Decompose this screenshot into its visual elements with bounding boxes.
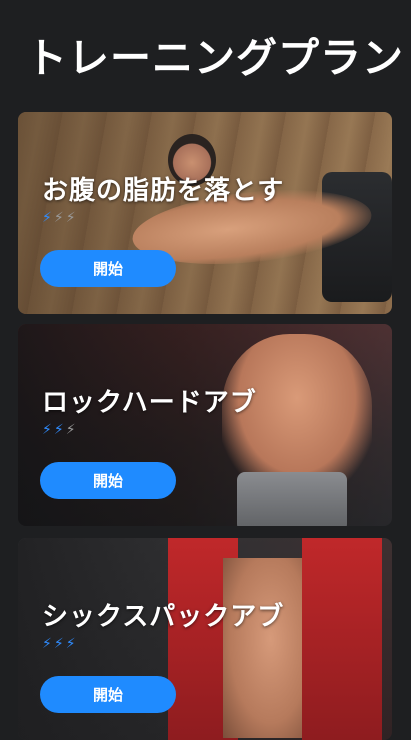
- difficulty-rating: ⚡⚡⚡: [42, 422, 78, 438]
- plan-card-belly-fat[interactable]: お腹の脂肪を落とす ⚡⚡⚡ 開始: [18, 112, 392, 314]
- plan-card-title: お腹の脂肪を落とす: [42, 176, 285, 206]
- plan-card-title: シックスパックアブ: [42, 602, 285, 632]
- plan-card-photo-jacket: [302, 538, 382, 740]
- start-button[interactable]: 開始: [40, 250, 176, 287]
- difficulty-rating: ⚡⚡⚡: [42, 210, 78, 226]
- plan-card-rock-hard-abs[interactable]: ロックハードアブ ⚡⚡⚡ 開始: [18, 324, 392, 526]
- page-title: トレーニングプラン: [26, 34, 404, 82]
- plan-card-six-pack-abs[interactable]: シックスパックアブ ⚡⚡⚡ 開始: [18, 538, 392, 740]
- plan-card-title: ロックハードアブ: [42, 388, 257, 418]
- lightning-bolt-icon: ⚡: [53, 636, 66, 652]
- plan-card-photo-pants: [237, 472, 347, 526]
- difficulty-rating: ⚡⚡⚡: [42, 636, 78, 652]
- lightning-bolt-icon: ⚡: [42, 422, 54, 438]
- lightning-bolt-icon: ⚡: [42, 636, 54, 652]
- lightning-bolt-icon: ⚡: [53, 422, 66, 438]
- lightning-bolt-icon: ⚡: [65, 210, 78, 226]
- lightning-bolt-icon: ⚡: [65, 636, 78, 652]
- lightning-bolt-icon: ⚡: [65, 422, 78, 438]
- lightning-bolt-icon: ⚡: [42, 210, 54, 226]
- lightning-bolt-icon: ⚡: [53, 210, 66, 226]
- start-button[interactable]: 開始: [40, 462, 176, 499]
- start-button[interactable]: 開始: [40, 676, 176, 713]
